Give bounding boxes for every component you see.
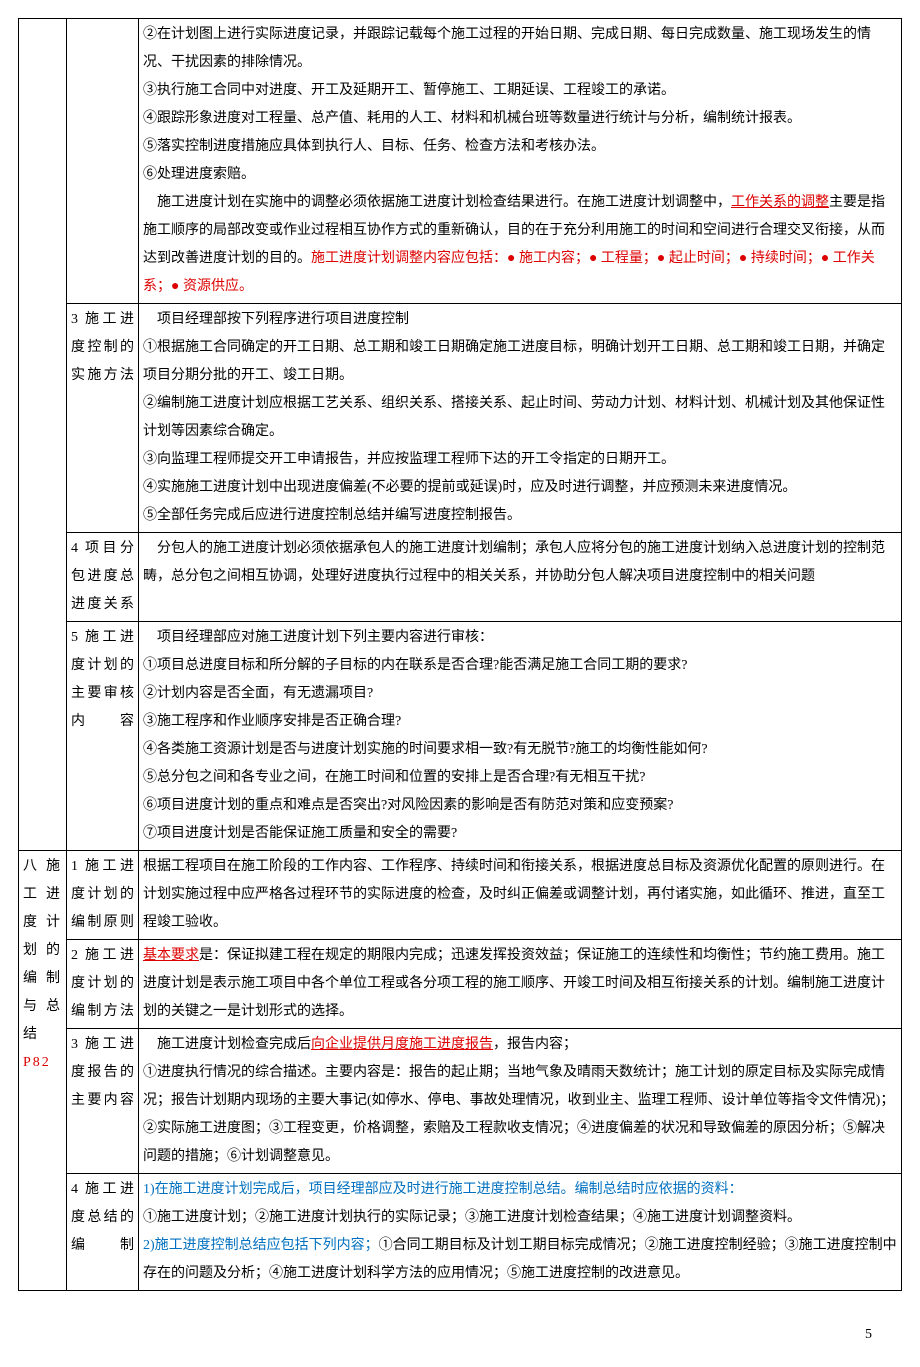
content-line: ④跟踪形象进度对工程量、总产值、耗用的人工、材料和机械台班等数量进行统计与分析，… xyxy=(143,105,897,133)
section-title: 八 施工进度计划的编制与总结 xyxy=(23,853,62,1049)
highlighted-text: 2)施工进度控制总结应包括下列内容； xyxy=(143,1238,379,1253)
content-line: ①施工进度计划；②施工进度计划执行的实际记录；③施工进度计划检查结果；④施工进度… xyxy=(143,1204,897,1232)
content-line: ②计划内容是否全面，有无遗漏项目? xyxy=(143,680,897,708)
content-cell: 项目经理部按下列程序进行项目进度控制 ①根据施工合同确定的开工日期、总工期和竣工… xyxy=(139,304,902,533)
subsection-col: 5 施工进度计划的主要审核内容 xyxy=(67,622,139,851)
table-row: 4 项目分包进度总进度关系 分包人的施工进度计划必须依据承包人的施工进度计划编制… xyxy=(19,533,902,622)
subsection-col: 4 项目分包进度总进度关系 xyxy=(67,533,139,622)
content-line: ⑤全部任务完成后应进行进度控制总结并编写进度控制报告。 xyxy=(143,502,897,530)
cell-text: 3 施工进度报告的主要内容 xyxy=(71,1037,134,1108)
content-cell: ②在计划图上进行实际进度记录，并跟踪记载每个施工过程的开始日期、完成日期、每日完… xyxy=(139,19,902,304)
content-line: ①项目总进度目标和所分解的子目标的内在联系是否合理?能否满足施工合同工期的要求? xyxy=(143,652,897,680)
content-line: ③执行施工合同中对进度、开工及延期开工、暂停施工、工期延误、工程竣工的承诺。 xyxy=(143,77,897,105)
subsection-col: 2 施工进度计划的编制方法 xyxy=(67,940,139,1029)
content-cell: 分包人的施工进度计划必须依据承包人的施工进度计划编制；承包人应将分包的施工进度计… xyxy=(139,533,902,622)
subsection-col xyxy=(67,19,139,304)
content-line: 基本要求是：保证拟建工程在规定的期限内完成；迅速发挥投资效益；保证施工的连续性和… xyxy=(143,942,897,1026)
cell-text: 3 施工进度控制的实施方法 xyxy=(71,312,134,383)
study-notes-table: ②在计划图上进行实际进度记录，并跟踪记载每个施工过程的开始日期、完成日期、每日完… xyxy=(18,18,902,1291)
content-line: 施工进度计划检查完成后向企业提供月度施工进度报告，报告内容； xyxy=(143,1031,897,1059)
subsection-col: 4 施工进度总结的编制 xyxy=(67,1174,139,1291)
content-line: ④各类施工资源计划是否与进度计划实施的时间要求相一致?有无脱节?施工的均衡性能如… xyxy=(143,736,897,764)
cell-text: 4 施工进度总结的编制 xyxy=(71,1182,134,1253)
text: ，报告内容； xyxy=(493,1037,577,1052)
content-line: ③向监理工程师提交开工申请报告，并应按监理工程师下达的开工令指定的日期开工。 xyxy=(143,446,897,474)
content-line: 1)在施工进度计划完成后，项目经理部应及时进行施工进度控制总结。编制总结时应依据… xyxy=(143,1176,897,1204)
cell-text: 1 施工进度计划的编制原则 xyxy=(71,859,134,930)
section-col xyxy=(19,19,67,851)
content-line: 项目经理部应对施工进度计划下列主要内容进行审核： xyxy=(143,624,897,652)
content-line: ①根据施工合同确定的开工日期、总工期和竣工日期确定施工进度目标，明确计划开工日期… xyxy=(143,334,897,390)
page-reference: P82 xyxy=(23,1049,62,1077)
text: 施工进度计划在实施中的调整必须依据施工进度计划检查结果进行。在施工进度计划调整中… xyxy=(143,195,731,210)
text: 是：保证拟建工程在规定的期限内完成；迅速发挥投资效益；保证施工的连续性和均衡性；… xyxy=(143,948,885,1019)
content-line: ⑥项目进度计划的重点和难点是否突出?对风险因素的影响是否有防范对策和应变预案? xyxy=(143,792,897,820)
content-line: 施工进度计划在实施中的调整必须依据施工进度计划检查结果进行。在施工进度计划调整中… xyxy=(143,189,897,301)
cell-text: 4 项目分包进度总进度关系 xyxy=(71,541,134,612)
text: 施工进度计划检查完成后 xyxy=(143,1037,311,1052)
content-line: ⑥处理进度索赔。 xyxy=(143,161,897,189)
content-line: 2)施工进度控制总结应包括下列内容；①合同工期目标及计划工期目标完成情况；②施工… xyxy=(143,1232,897,1288)
content-line: ①进度执行情况的综合描述。主要内容是：报告的起止期；当地气象及晴雨天数统计；施工… xyxy=(143,1059,897,1171)
highlighted-text: 工作关系的调整 xyxy=(731,195,829,210)
table-row: 2 施工进度计划的编制方法 基本要求是：保证拟建工程在规定的期限内完成；迅速发挥… xyxy=(19,940,902,1029)
cell-text: 5 施工进度计划的主要审核内容 xyxy=(71,630,134,729)
content-cell: 施工进度计划检查完成后向企业提供月度施工进度报告，报告内容； ①进度执行情况的综… xyxy=(139,1029,902,1174)
cell-text: 2 施工进度计划的编制方法 xyxy=(71,948,134,1019)
content-line: ⑤落实控制进度措施应具体到执行人、目标、任务、检查方法和考核办法。 xyxy=(143,133,897,161)
content-cell: 根据工程项目在施工阶段的工作内容、工作程序、持续时间和衔接关系，根据进度总目标及… xyxy=(139,851,902,940)
page-number: 5 xyxy=(18,1291,902,1349)
content-cell: 基本要求是：保证拟建工程在规定的期限内完成；迅速发挥投资效益；保证施工的连续性和… xyxy=(139,940,902,1029)
table-row: 3 施工进度控制的实施方法 项目经理部按下列程序进行项目进度控制 ①根据施工合同… xyxy=(19,304,902,533)
subsection-col: 3 施工进度控制的实施方法 xyxy=(67,304,139,533)
content-line: 分包人的施工进度计划必须依据承包人的施工进度计划编制；承包人应将分包的施工进度计… xyxy=(143,535,897,591)
content-line: ②编制施工进度计划应根据工艺关系、组织关系、搭接关系、起止时间、劳动力计划、材料… xyxy=(143,390,897,446)
content-line: ④实施施工进度计划中出现进度偏差(不必要的提前或延误)时，应及时进行调整，并应预… xyxy=(143,474,897,502)
highlighted-text: 向企业提供月度施工进度报告 xyxy=(311,1037,493,1052)
content-line: ⑦项目进度计划是否能保证施工质量和安全的需要? xyxy=(143,820,897,848)
content-line: ②在计划图上进行实际进度记录，并跟踪记载每个施工过程的开始日期、完成日期、每日完… xyxy=(143,21,897,77)
content-line: ⑤总分包之间和各专业之间，在施工时间和位置的安排上是否合理?有无相互干扰? xyxy=(143,764,897,792)
content-line: 根据工程项目在施工阶段的工作内容、工作程序、持续时间和衔接关系，根据进度总目标及… xyxy=(143,853,897,937)
subsection-col: 3 施工进度报告的主要内容 xyxy=(67,1029,139,1174)
table-row: 3 施工进度报告的主要内容 施工进度计划检查完成后向企业提供月度施工进度报告，报… xyxy=(19,1029,902,1174)
table-row: 4 施工进度总结的编制 1)在施工进度计划完成后，项目经理部应及时进行施工进度控… xyxy=(19,1174,902,1291)
subsection-col: 1 施工进度计划的编制原则 xyxy=(67,851,139,940)
content-line: 项目经理部按下列程序进行项目进度控制 xyxy=(143,306,897,334)
content-line: ③施工程序和作业顺序安排是否正确合理? xyxy=(143,708,897,736)
section-col: 八 施工进度计划的编制与总结 P82 xyxy=(19,851,67,1291)
table-row: 5 施工进度计划的主要审核内容 项目经理部应对施工进度计划下列主要内容进行审核：… xyxy=(19,622,902,851)
content-cell: 1)在施工进度计划完成后，项目经理部应及时进行施工进度控制总结。编制总结时应依据… xyxy=(139,1174,902,1291)
content-cell: 项目经理部应对施工进度计划下列主要内容进行审核： ①项目总进度目标和所分解的子目… xyxy=(139,622,902,851)
table-row: ②在计划图上进行实际进度记录，并跟踪记载每个施工过程的开始日期、完成日期、每日完… xyxy=(19,19,902,304)
highlighted-text: 基本要求 xyxy=(143,948,199,963)
table-row: 八 施工进度计划的编制与总结 P82 1 施工进度计划的编制原则 根据工程项目在… xyxy=(19,851,902,940)
